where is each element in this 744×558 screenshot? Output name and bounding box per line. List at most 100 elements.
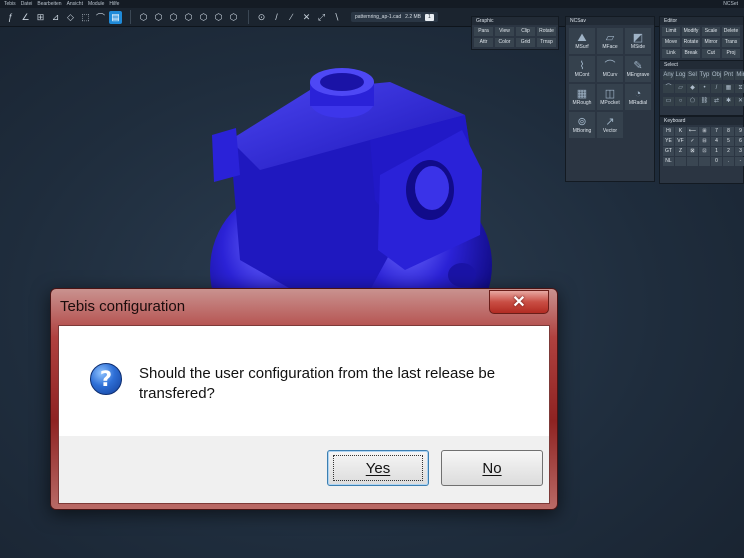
menu-item-module[interactable]: Module xyxy=(88,0,104,8)
select-clear-icon[interactable]: ✕ xyxy=(735,97,744,106)
diamond-icon[interactable]: ◇ xyxy=(64,11,77,24)
editor-scale-button[interactable]: Scale xyxy=(702,27,720,36)
editor-cut-button[interactable]: Cut xyxy=(702,49,720,58)
arc-icon[interactable]: ⌒ xyxy=(94,11,107,24)
file-tab[interactable]: patternring_ap-1.cad 2.2 MB 1 xyxy=(351,12,438,22)
key-7[interactable]: 9 xyxy=(735,127,744,136)
key-9[interactable]: VF xyxy=(675,137,686,146)
key-1[interactable]: Hi xyxy=(663,127,674,136)
nc-mpocket-button[interactable]: ◫ MPocket xyxy=(597,84,623,110)
menu-item-ansicht[interactable]: Ansicht xyxy=(67,0,83,8)
key-14[interactable]: 6 xyxy=(735,137,744,146)
view-left-icon[interactable]: ⬡ xyxy=(212,11,225,24)
editor-move-button[interactable]: Move xyxy=(662,38,680,47)
select-poly-icon[interactable]: ⬠ xyxy=(687,97,698,106)
select-tab-typ[interactable]: Typ xyxy=(699,71,710,80)
graphic-trnsp-button[interactable]: Trnsp xyxy=(537,38,556,47)
select-all-icon[interactable]: ✱ xyxy=(723,97,734,106)
view-iso-icon[interactable]: ⬡ xyxy=(137,11,150,24)
select-tab-pnt[interactable]: Pnt xyxy=(723,71,734,80)
view-top-icon[interactable]: ⬡ xyxy=(182,11,195,24)
triangle-icon[interactable]: ⊿ xyxy=(49,11,62,24)
nc-mradial-button[interactable]: ◔ MRadial xyxy=(625,84,651,110)
nc-mrough-button[interactable]: ▦ MRough xyxy=(569,84,595,110)
graphic-grid-button[interactable]: Grid xyxy=(516,38,535,47)
view-back-icon[interactable]: ⬡ xyxy=(167,11,180,24)
cross-icon[interactable]: ✕ xyxy=(300,11,313,24)
nc-msurf-button[interactable]: ⛰ MSurf xyxy=(569,28,595,54)
key-16[interactable]: Z xyxy=(675,147,686,156)
view-bottom-icon[interactable]: ⬡ xyxy=(197,11,210,24)
select-circle-icon[interactable]: ○ xyxy=(675,97,686,106)
graphic-attr-button[interactable]: Attr xyxy=(474,38,493,47)
slash-icon[interactable]: ∕ xyxy=(285,11,298,24)
angle-icon[interactable]: ∠ xyxy=(19,11,32,24)
key-12[interactable]: 4 xyxy=(711,137,722,146)
key-10[interactable]: ✓ xyxy=(687,137,698,146)
key-26[interactable]: 0 xyxy=(711,157,722,166)
nc-mboring-button[interactable]: ⊚ MBoring xyxy=(569,112,595,138)
nc-vector-button[interactable]: ↗ Vector xyxy=(597,112,623,138)
expand-icon[interactable]: ⤢ xyxy=(315,11,328,24)
cad-part-model[interactable] xyxy=(200,60,500,300)
editor-trans-button[interactable]: Trans xyxy=(722,38,740,47)
line-icon[interactable]: / xyxy=(270,11,283,24)
key-13[interactable]: 5 xyxy=(723,137,734,146)
select-tab-any[interactable]: Any xyxy=(663,71,674,80)
menu-item-datei[interactable]: Datei xyxy=(21,0,33,8)
editor-break-button[interactable]: Break xyxy=(682,49,700,58)
key-25[interactable] xyxy=(699,157,710,166)
menu-item-bearbeiten[interactable]: Bearbeiten xyxy=(37,0,61,8)
select-tab-sel[interactable]: Sel xyxy=(687,71,698,80)
select-solid-icon[interactable]: ◆ xyxy=(687,84,698,93)
graphic-view-button[interactable]: View xyxy=(495,27,514,36)
key-20[interactable]: 2 xyxy=(723,147,734,156)
key-21[interactable]: 3 xyxy=(735,147,744,156)
key-11[interactable]: ⊟ xyxy=(699,137,710,146)
editor-modify-button[interactable]: Modify xyxy=(682,27,700,36)
select-chain-icon[interactable]: ⛓ xyxy=(699,97,710,106)
frame-icon[interactable]: ⬚ xyxy=(79,11,92,24)
graphic-rotate-button[interactable]: Rotate xyxy=(537,27,556,36)
editor-link-button[interactable]: Link xyxy=(662,49,680,58)
select-tab-mir[interactable]: Mir xyxy=(735,71,744,80)
key-28[interactable]: - xyxy=(735,157,744,166)
key-3[interactable]: ⟵ xyxy=(687,127,698,136)
key-6[interactable]: 8 xyxy=(723,127,734,136)
yes-button[interactable]: Yes xyxy=(327,450,429,486)
circle-icon[interactable]: ⊙ xyxy=(255,11,268,24)
function-icon[interactable]: ƒ xyxy=(4,11,17,24)
key-18[interactable]: ⊡ xyxy=(699,147,710,156)
nc-mcont-button[interactable]: ⌇ MCont xyxy=(569,56,595,82)
nc-mcurv-button[interactable]: ⌒ MCurv xyxy=(597,56,623,82)
select-tab-obj[interactable]: Obj xyxy=(711,71,722,80)
key-27[interactable]: . xyxy=(723,157,734,166)
grid-icon[interactable]: ⊞ xyxy=(34,11,47,24)
select-point-icon[interactable]: • xyxy=(699,84,710,93)
select-filter-icon[interactable]: ⧖ xyxy=(735,84,744,93)
key-22[interactable]: NL xyxy=(663,157,674,166)
select-face-icon[interactable]: ▱ xyxy=(675,84,686,93)
key-24[interactable] xyxy=(687,157,698,166)
editor-mirror-button[interactable]: Mirror xyxy=(702,38,720,47)
select-mesh-icon[interactable]: ▦ xyxy=(723,84,734,93)
editor-delete-button[interactable]: Delete xyxy=(722,27,740,36)
view-front-icon[interactable]: ⬡ xyxy=(152,11,165,24)
editor-rotate-button[interactable]: Rotate xyxy=(682,38,700,47)
no-button[interactable]: No xyxy=(441,450,543,486)
close-button[interactable]: ✕ xyxy=(489,290,549,314)
select-box-icon[interactable]: ▭ xyxy=(663,97,674,106)
layer-icon[interactable]: ▤ xyxy=(109,10,122,24)
nc-mface-button[interactable]: ▱ MFace xyxy=(597,28,623,54)
key-17[interactable]: ⊠ xyxy=(687,147,698,156)
view-right-icon[interactable]: ⬡ xyxy=(227,11,240,24)
select-invert-icon[interactable]: ⇄ xyxy=(711,97,722,106)
key-15[interactable]: GT xyxy=(663,147,674,156)
key-8[interactable]: YE xyxy=(663,137,674,146)
backslash-icon[interactable]: ∖ xyxy=(330,11,343,24)
menu-item-tebis[interactable]: Tebis xyxy=(4,0,16,8)
menu-item-hilfe[interactable]: Hilfe xyxy=(109,0,119,8)
workspace-label[interactable]: NCSet xyxy=(723,0,744,8)
select-tab-log[interactable]: Log xyxy=(675,71,686,80)
key-2[interactable]: K xyxy=(675,127,686,136)
